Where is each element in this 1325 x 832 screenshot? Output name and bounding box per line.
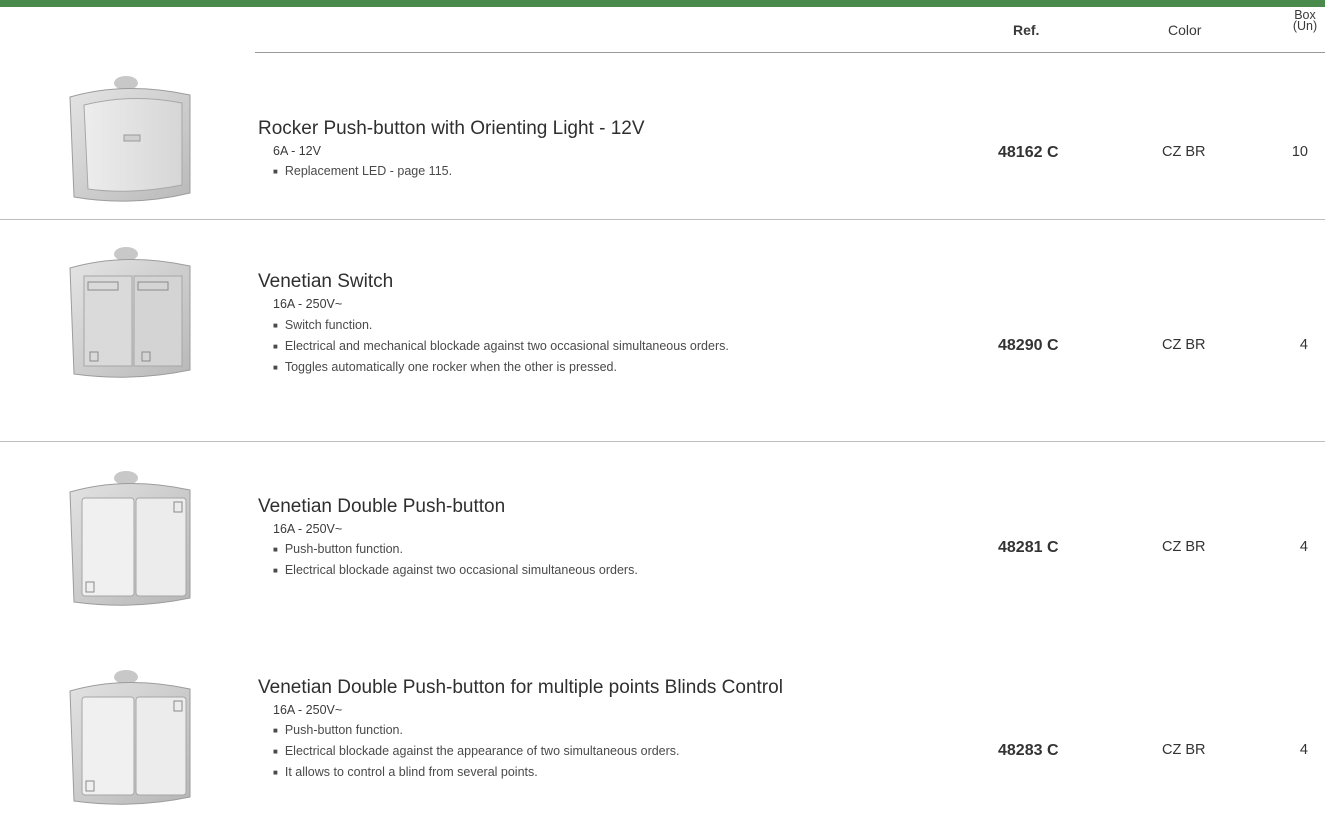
product-title: Venetian Double Push-button for multiple…	[258, 677, 783, 698]
box-column-header: Box (Un)	[1288, 9, 1322, 33]
product-ref: 48283 C	[998, 742, 1059, 759]
product-spec: 16A - 250V~	[273, 522, 343, 536]
color-column-header: Color	[1168, 22, 1202, 38]
feature-item: Electrical blockade against the appearan…	[273, 741, 680, 762]
product-box-qty: 4	[1299, 337, 1308, 353]
feature-item: Push-button function.	[273, 720, 680, 741]
product-ref: 48281 C	[998, 539, 1059, 556]
product-box-qty: 4	[1299, 742, 1308, 758]
feature-list: Push-button function. Electrical blockad…	[273, 539, 638, 581]
product-spec: 16A - 250V~	[273, 297, 343, 311]
product-spec: 16A - 250V~	[273, 703, 343, 717]
feature-item: Push-button function.	[273, 539, 638, 560]
product-box-qty: 4	[1299, 539, 1308, 555]
feature-list: Switch function. Electrical and mechanic…	[273, 315, 729, 378]
double-push-button-image	[62, 470, 197, 610]
product-title: Venetian Switch	[258, 271, 394, 292]
double-rocker-switch-image	[62, 246, 197, 381]
product-spec: 6A - 12V	[273, 144, 321, 158]
product-box-qty: 10	[1291, 144, 1308, 160]
feature-item: It allows to control a blind from severa…	[273, 762, 680, 783]
feature-item: Replacement LED - page 115.	[273, 161, 452, 182]
product-ref: 48290 C	[998, 337, 1059, 354]
product-color: CZ BR	[1162, 539, 1206, 555]
feature-item: Electrical blockade against two occasion…	[273, 560, 638, 581]
product-title: Rocker Push-button with Orienting Light …	[258, 118, 645, 139]
product-title: Venetian Double Push-button	[258, 496, 506, 517]
single-rocker-switch-image	[62, 75, 197, 205]
feature-item: Toggles automatically one rocker when th…	[273, 357, 729, 378]
product-row: Venetian Double Push-button for multiple…	[0, 642, 1325, 832]
feature-list: Replacement LED - page 115.	[273, 161, 452, 182]
product-color: CZ BR	[1162, 742, 1206, 758]
feature-item: Switch function.	[273, 315, 729, 336]
product-row: Venetian Switch 16A - 250V~ Switch funct…	[0, 220, 1325, 440]
ref-column-header: Ref.	[1013, 22, 1040, 38]
product-row: Rocker Push-button with Orienting Light …	[0, 53, 1325, 219]
product-color: CZ BR	[1162, 337, 1206, 353]
double-push-button-image	[62, 669, 197, 809]
feature-list: Push-button function. Electrical blockad…	[273, 720, 680, 783]
product-color: CZ BR	[1162, 144, 1206, 160]
feature-item: Electrical and mechanical blockade again…	[273, 336, 729, 357]
table-header: Ref. Color Box (Un)	[0, 0, 1325, 52]
product-ref: 48162 C	[998, 144, 1059, 161]
box-header-line2: (Un)	[1292, 19, 1318, 33]
product-row: Venetian Double Push-button 16A - 250V~ …	[0, 442, 1325, 642]
